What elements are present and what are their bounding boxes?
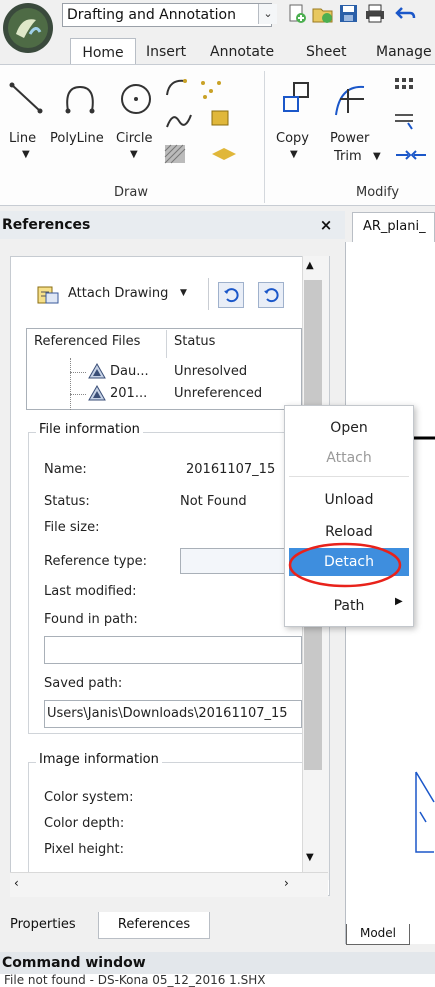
table-row-name[interactable]: Dau... — [110, 364, 149, 379]
hatch-tool-icon[interactable] — [163, 143, 193, 165]
new-icon[interactable] — [286, 4, 308, 24]
menu-item-unload[interactable]: Unload — [285, 486, 413, 514]
region-tool-icon[interactable] — [210, 109, 232, 129]
undo-icon[interactable] — [394, 4, 416, 24]
circle-tool-label[interactable]: Circle — [116, 131, 153, 146]
save-icon[interactable] — [338, 4, 360, 24]
open-icon[interactable] — [312, 4, 334, 24]
chevron-down-icon[interactable]: ▼ — [130, 149, 138, 160]
table-row-name[interactable]: 201... — [110, 386, 147, 401]
annotation-circle — [288, 542, 402, 588]
line-tool-icon[interactable] — [8, 77, 44, 117]
context-menu: Open Attach Unload Reload Detach Path ▶ — [284, 405, 414, 627]
column-header-status[interactable]: Status — [174, 334, 215, 349]
menu-item-attach: Attach — [326, 450, 372, 466]
menu-item-open[interactable]: Open — [285, 414, 413, 442]
table-row-status[interactable]: Unreferenced — [174, 386, 262, 401]
chevron-down-icon[interactable]: ▼ — [180, 288, 187, 298]
command-window-title: Command window — [0, 952, 435, 974]
attach-drawing-icon[interactable] — [36, 284, 62, 306]
file-information-title: File information — [36, 422, 143, 437]
tab-annotate[interactable]: Annotate — [210, 40, 274, 64]
unreferenced-ref-icon — [88, 384, 106, 402]
file-size-label: File size: — [44, 520, 100, 535]
chevron-down-icon[interactable]: ▼ — [373, 151, 381, 162]
polyline-tool-label[interactable]: PolyLine — [50, 131, 104, 146]
copy-tool-icon[interactable] — [280, 79, 314, 119]
arc-tool-icon[interactable] — [163, 75, 193, 99]
ribbon-tabs: Home Insert Annotate Sheet Manage — [56, 34, 435, 67]
column-header-files[interactable]: Referenced Files — [34, 334, 140, 349]
status-label: Status: — [44, 494, 90, 509]
found-in-path-field[interactable] — [44, 636, 302, 664]
ribbon-panel: Line ▼ PolyLine Circle ▼ Draw Copy ▼ Pow… — [0, 64, 435, 206]
found-in-path-label: Found in path: — [44, 612, 138, 627]
model-tab[interactable]: Model — [346, 924, 410, 945]
reload-all-icon[interactable] — [258, 282, 284, 308]
table-row-status[interactable]: Unresolved — [174, 364, 247, 379]
copy-tool-label[interactable]: Copy — [276, 131, 309, 146]
tab-manage[interactable]: Manage — [376, 40, 432, 64]
chevron-down-icon[interactable]: ⌄ — [258, 4, 277, 24]
chevron-down-icon[interactable]: ▼ — [22, 149, 30, 160]
tab-references[interactable]: References — [98, 912, 210, 939]
chevron-down-icon[interactable]: ▼ — [290, 149, 298, 160]
tab-home[interactable]: Home — [70, 38, 136, 67]
array-tool-icon[interactable] — [392, 75, 416, 97]
name-value: 20161107_15 — [186, 462, 276, 477]
draw-group-title: Draw — [114, 185, 148, 200]
color-system-label: Color system: — [44, 790, 134, 805]
points-tool-icon[interactable] — [197, 77, 227, 101]
scroll-left-icon[interactable]: ‹ — [14, 876, 19, 890]
workspace-select[interactable]: Drafting and Annotation — [62, 3, 272, 27]
scroll-down-icon[interactable]: ▼ — [306, 852, 314, 863]
offset-tool-icon[interactable] — [392, 109, 416, 131]
app-logo-icon[interactable] — [0, 0, 56, 56]
saved-path-value: Users\Janis\Downloads\20161107_15 — [47, 706, 288, 721]
modify-group-title: Modify — [356, 185, 400, 200]
tab-properties[interactable]: Properties — [10, 912, 76, 938]
extend-tool-icon[interactable] — [392, 145, 432, 165]
name-label: Name: — [44, 462, 87, 477]
scroll-up-icon[interactable]: ▲ — [306, 260, 314, 271]
close-icon[interactable]: × — [316, 211, 336, 239]
tab-sheet[interactable]: Sheet — [306, 40, 346, 64]
tab-insert[interactable]: Insert — [146, 40, 186, 64]
submenu-arrow-icon: ▶ — [395, 596, 403, 607]
line-tool-label[interactable]: Line — [9, 131, 36, 146]
references-panel-title: References — [0, 211, 345, 239]
scroll-right-icon[interactable]: › — [284, 876, 289, 890]
horizontal-scrollbar[interactable] — [10, 872, 328, 897]
document-tab[interactable]: AR_plani_ — [352, 212, 435, 242]
reference-type-label: Reference type: — [44, 554, 148, 569]
pixel-height-label: Pixel height: — [44, 842, 125, 857]
command-output: File not found - DS-Kona 05_12_2016 1.SH… — [0, 974, 435, 987]
polyline-tool-icon[interactable] — [62, 77, 98, 117]
image-information-title: Image information — [36, 752, 162, 767]
circle-tool-icon[interactable] — [118, 77, 154, 117]
wipeout-tool-icon[interactable] — [210, 145, 238, 163]
spline-tool-icon[interactable] — [163, 109, 193, 133]
unresolved-ref-icon — [88, 362, 106, 380]
power-trim-icon[interactable] — [330, 79, 370, 119]
saved-path-field[interactable]: Users\Janis\Downloads\20161107_15 — [44, 700, 302, 728]
color-depth-label: Color depth: — [44, 816, 125, 831]
last-modified-label: Last modified: — [44, 584, 137, 599]
trim-label[interactable]: Trim — [334, 149, 362, 164]
print-icon[interactable] — [364, 4, 386, 24]
menu-item-path[interactable]: Path — [285, 592, 413, 620]
status-value: Not Found — [180, 494, 247, 509]
power-trim-label[interactable]: Power — [330, 131, 369, 146]
saved-path-label: Saved path: — [44, 676, 123, 691]
refresh-icon[interactable] — [218, 282, 244, 308]
attach-drawing-button[interactable]: Attach Drawing — [68, 286, 168, 301]
